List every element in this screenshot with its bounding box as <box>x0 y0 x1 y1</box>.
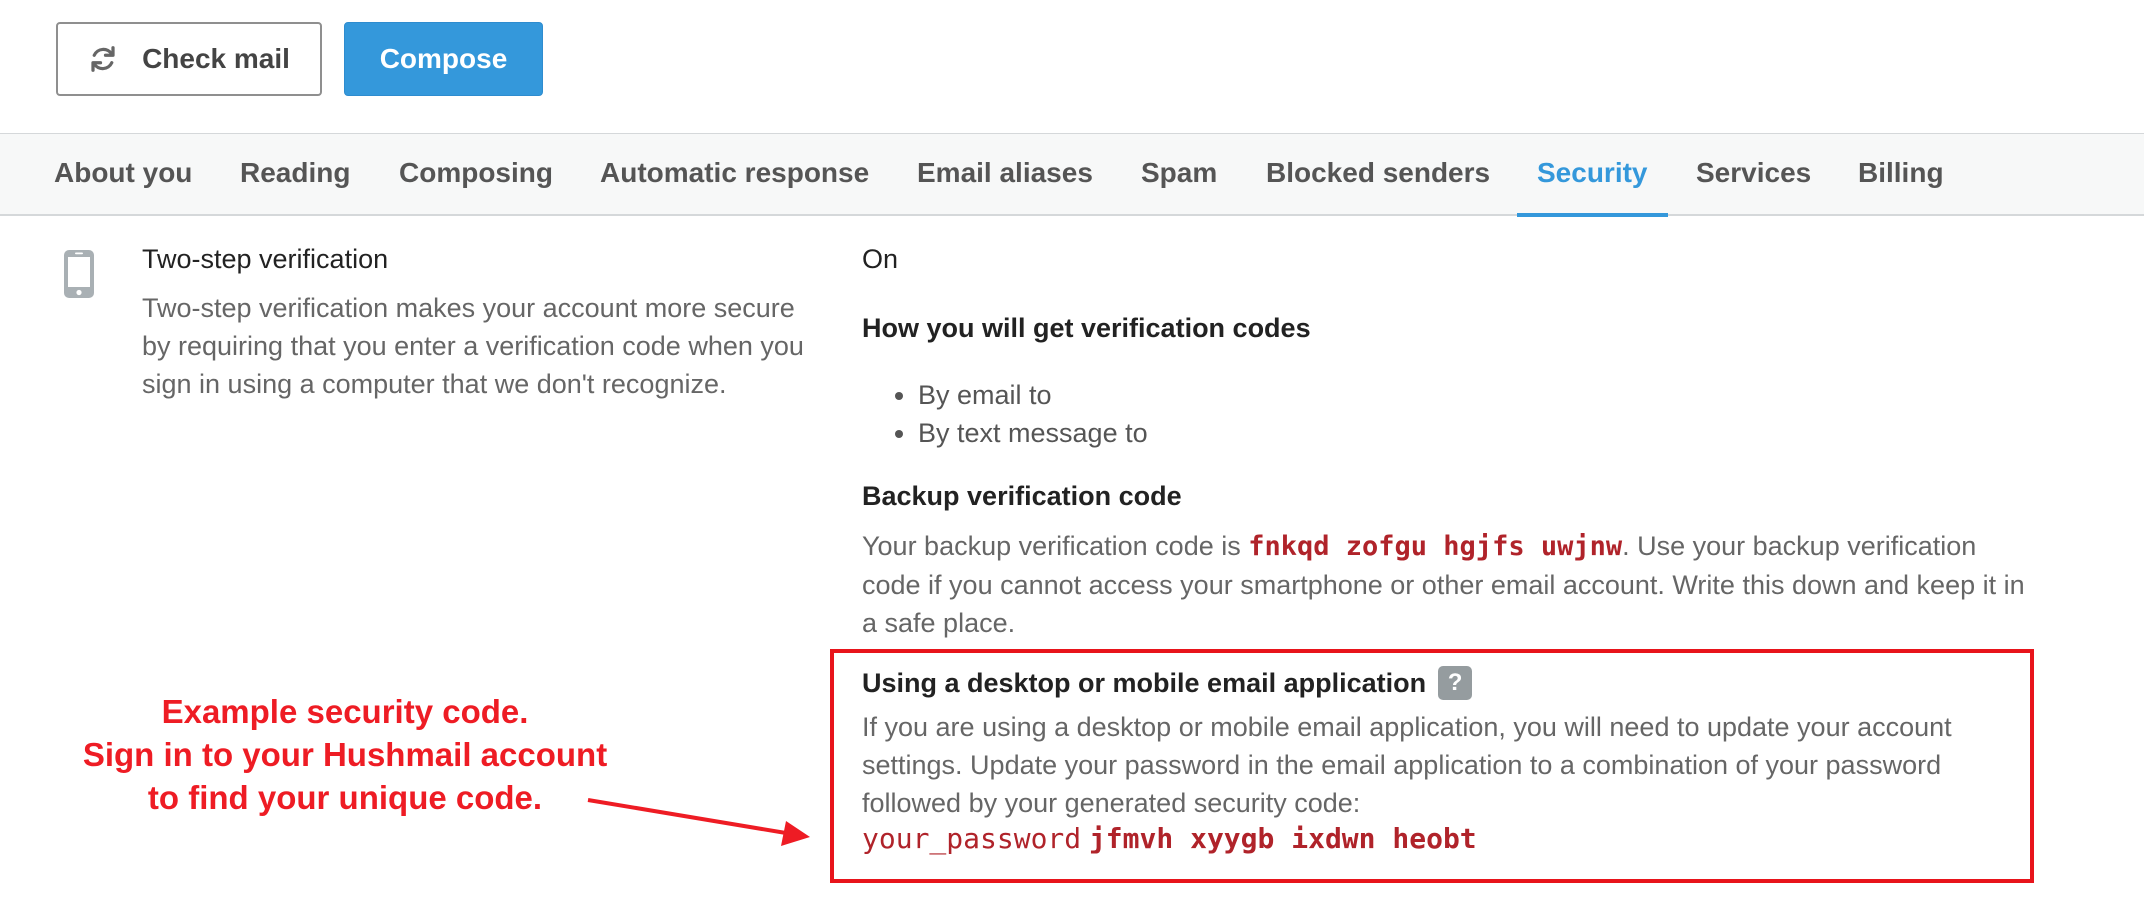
tab-spam[interactable]: Spam <box>1121 134 1237 215</box>
toolbar: Check mail Compose <box>0 0 2144 133</box>
two-step-status: On <box>862 244 899 274</box>
tab-services[interactable]: Services <box>1676 134 1831 215</box>
tab-composing[interactable]: Composing <box>379 134 573 215</box>
check-mail-label: Check mail <box>142 43 290 74</box>
help-icon[interactable]: ? <box>1438 666 1473 700</box>
desktop-app-heading: Using a desktop or mobile email applicat… <box>862 666 1473 700</box>
backup-text-before: Your backup verification code is <box>862 531 1249 561</box>
settings-tabs: About you Reading Composing Automatic re… <box>0 133 2144 217</box>
verification-methods: By email to By text message to <box>918 376 1148 452</box>
verification-heading: How you will get verification codes <box>862 313 1311 343</box>
two-step-description: Two-step verification makes your account… <box>142 293 804 399</box>
password-combination: your_password jfmvh xyygb ixdwn heobt <box>862 822 1477 855</box>
list-item: By text message to <box>918 414 1148 452</box>
security-code: jfmvh xyygb ixdwn heobt <box>1088 822 1477 855</box>
tab-about-you[interactable]: About you <box>34 134 212 215</box>
annotation-line: Sign in to your Hushmail account <box>82 736 608 773</box>
annotation-note: Example security code. Sign in to your H… <box>40 690 650 819</box>
tab-blocked-senders[interactable]: Blocked senders <box>1246 134 1510 215</box>
list-item: By email to <box>918 376 1148 414</box>
desktop-app-title: Using a desktop or mobile email applicat… <box>862 667 1427 698</box>
desktop-app-description: If you are using a desktop or mobile ema… <box>862 712 1952 818</box>
backup-code: fnkqd zofgu hgjfs uwjnw <box>1248 531 1623 562</box>
tab-reading[interactable]: Reading <box>220 134 370 215</box>
password-placeholder: your_password <box>862 822 1082 855</box>
tab-security[interactable]: Security <box>1517 134 1668 217</box>
phone-icon <box>64 250 94 298</box>
tab-email-aliases[interactable]: Email aliases <box>897 134 1113 215</box>
refresh-icon <box>91 46 115 72</box>
annotation-line: Example security code. <box>161 693 529 730</box>
compose-label: Compose <box>379 43 508 74</box>
check-mail-button[interactable]: Check mail <box>56 22 322 96</box>
backup-heading: Backup verification code <box>862 481 1182 511</box>
tab-automatic-response[interactable]: Automatic response <box>580 134 889 215</box>
annotation-line: to find your unique code. <box>147 779 543 816</box>
tab-billing[interactable]: Billing <box>1838 134 1964 215</box>
arrow-icon <box>587 798 810 846</box>
two-step-title: Two-step verification <box>142 244 389 274</box>
compose-button[interactable]: Compose <box>344 22 543 96</box>
backup-description: Your backup verification code is fnkqd z… <box>862 527 2042 642</box>
